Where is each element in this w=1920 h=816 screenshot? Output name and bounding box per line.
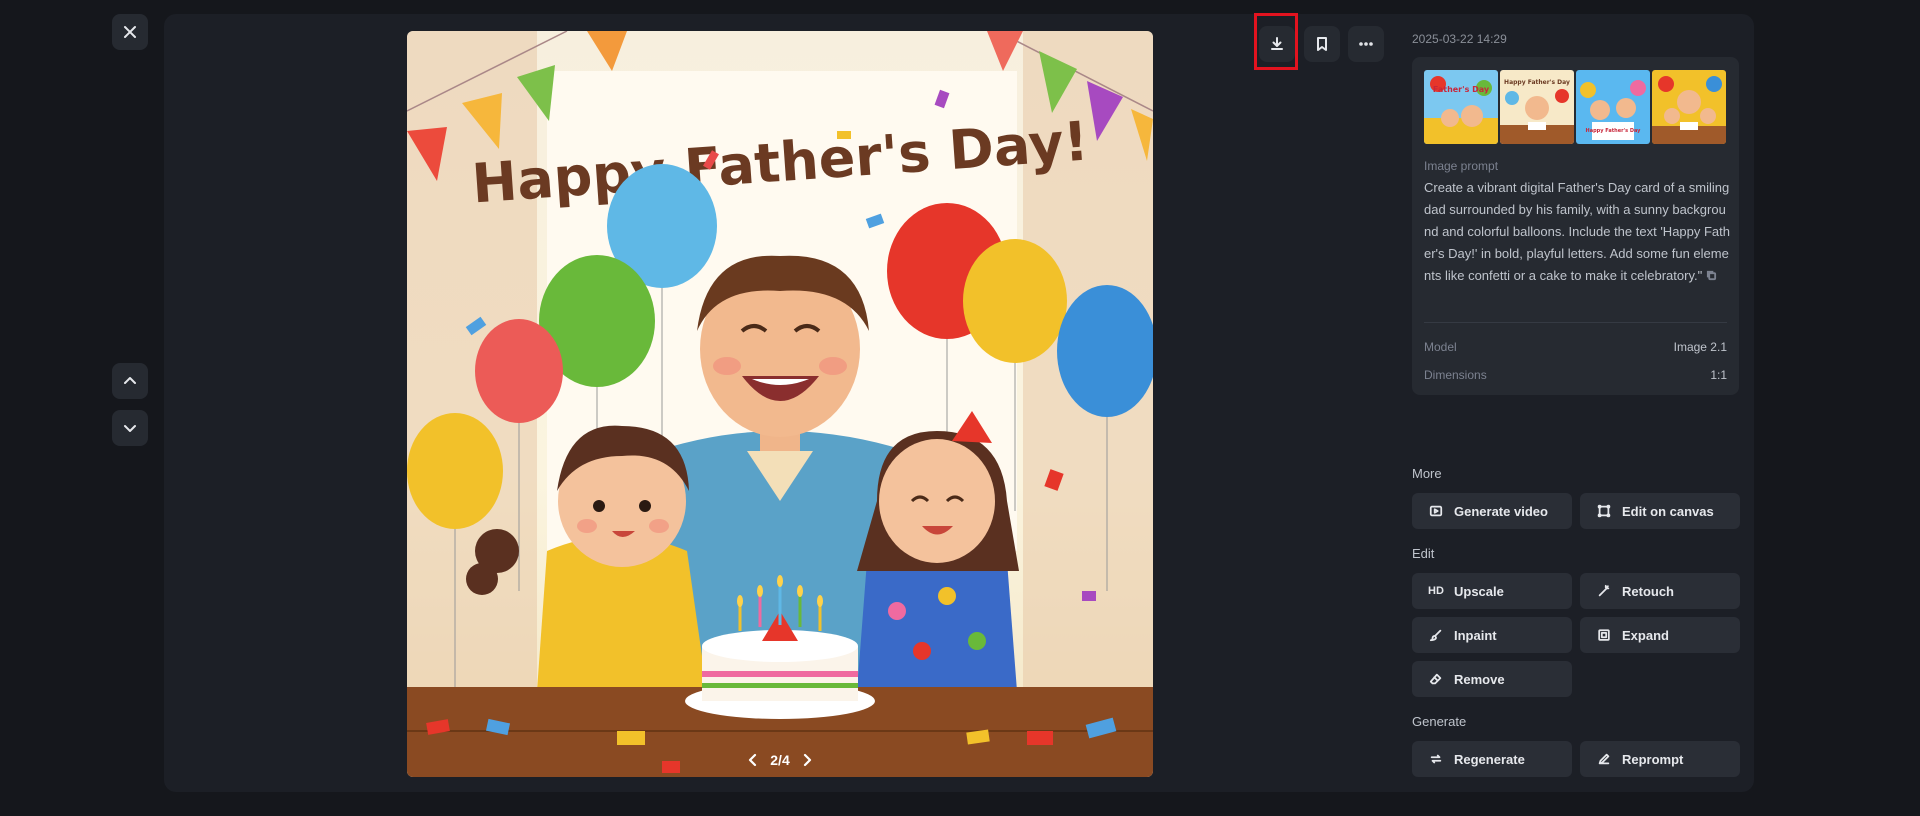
meta-row-model: Model Image 2.1 (1424, 340, 1727, 354)
reprompt-label: Reprompt (1622, 751, 1684, 767)
thumbnail-2[interactable]: Happy Father's Day (1500, 70, 1574, 144)
generate-video-button[interactable]: Generate video (1412, 493, 1572, 529)
prompt-body: Create a vibrant digital Father's Day ca… (1424, 180, 1731, 283)
chevron-down-icon (124, 425, 136, 432)
thumbnail-caption: Happy Father's Day (1586, 128, 1642, 134)
inpaint-button[interactable]: Inpaint (1412, 617, 1572, 653)
upscale-label: Upscale (1454, 583, 1504, 599)
image-pager: 2/4 (407, 747, 1153, 773)
generation-timestamp: 2025-03-22 14:29 (1412, 32, 1507, 46)
prompt-card: Father's Day Happy Father's Day Happy Fa… (1412, 57, 1739, 395)
remove-label: Remove (1454, 671, 1505, 687)
regenerate-label: Regenerate (1454, 751, 1525, 767)
expand-icon (1596, 627, 1612, 643)
magic-wand-icon (1596, 583, 1612, 599)
reprompt-button[interactable]: Reprompt (1580, 741, 1740, 777)
meta-value: 1:1 (1710, 368, 1727, 382)
retouch-label: Retouch (1622, 583, 1674, 599)
thumbnail-3[interactable]: Happy Father's Day (1576, 70, 1650, 144)
prompt-label: Image prompt (1424, 159, 1499, 173)
pencil-icon (1596, 751, 1612, 767)
hd-icon: HD (1428, 585, 1444, 597)
close-icon (124, 26, 136, 38)
eraser-icon (1428, 671, 1444, 687)
edit-on-canvas-button[interactable]: Edit on canvas (1580, 493, 1740, 529)
refresh-icon (1428, 751, 1444, 767)
retouch-button[interactable]: Retouch (1580, 573, 1740, 609)
download-icon (1271, 37, 1283, 50)
edit-on-canvas-label: Edit on canvas (1622, 503, 1714, 519)
next-image-button[interactable] (112, 410, 148, 446)
generate-video-label: Generate video (1454, 503, 1548, 519)
expand-label: Expand (1622, 627, 1669, 643)
more-horizontal-icon (1359, 42, 1373, 46)
bookmark-icon (1317, 37, 1327, 51)
meta-row-dimensions: Dimensions 1:1 (1424, 368, 1727, 382)
thumbnail-caption: Happy Father's Day (1504, 79, 1570, 86)
copy-icon[interactable] (1706, 266, 1717, 288)
thumbnail-4[interactable] (1652, 70, 1726, 144)
generated-image: Happy Father's Day! 2/4 (407, 31, 1153, 777)
thumbnail-caption: Father's Day (1433, 85, 1490, 94)
upscale-button[interactable]: HD Upscale (1412, 573, 1572, 609)
brush-icon (1428, 627, 1444, 643)
previous-image-button[interactable] (112, 363, 148, 399)
inpaint-label: Inpaint (1454, 627, 1497, 643)
remove-button[interactable]: Remove (1412, 661, 1572, 697)
section-label-more: More (1412, 466, 1442, 481)
chevron-left-icon[interactable] (746, 753, 760, 767)
thumbnail-1[interactable]: Father's Day (1424, 70, 1498, 144)
pager-count: 2/4 (770, 752, 790, 768)
video-icon (1428, 503, 1444, 519)
expand-button[interactable]: Expand (1580, 617, 1740, 653)
regenerate-button[interactable]: Regenerate (1412, 741, 1572, 777)
prompt-text: Create a vibrant digital Father's Day ca… (1424, 177, 1730, 288)
divider (1424, 322, 1727, 323)
close-button[interactable] (112, 14, 148, 50)
chevron-right-icon[interactable] (800, 753, 814, 767)
download-button[interactable] (1259, 26, 1295, 62)
thumbnail-strip: Father's Day Happy Father's Day Happy Fa… (1424, 70, 1726, 144)
section-label-generate: Generate (1412, 714, 1467, 729)
meta-key: Model (1424, 340, 1457, 354)
bookmark-button[interactable] (1304, 26, 1340, 62)
canvas-icon (1596, 503, 1612, 519)
section-label-edit: Edit (1412, 546, 1435, 561)
meta-value: Image 2.1 (1673, 340, 1727, 354)
chevron-up-icon (124, 377, 136, 384)
meta-key: Dimensions (1424, 368, 1487, 382)
more-options-button[interactable] (1348, 26, 1384, 62)
